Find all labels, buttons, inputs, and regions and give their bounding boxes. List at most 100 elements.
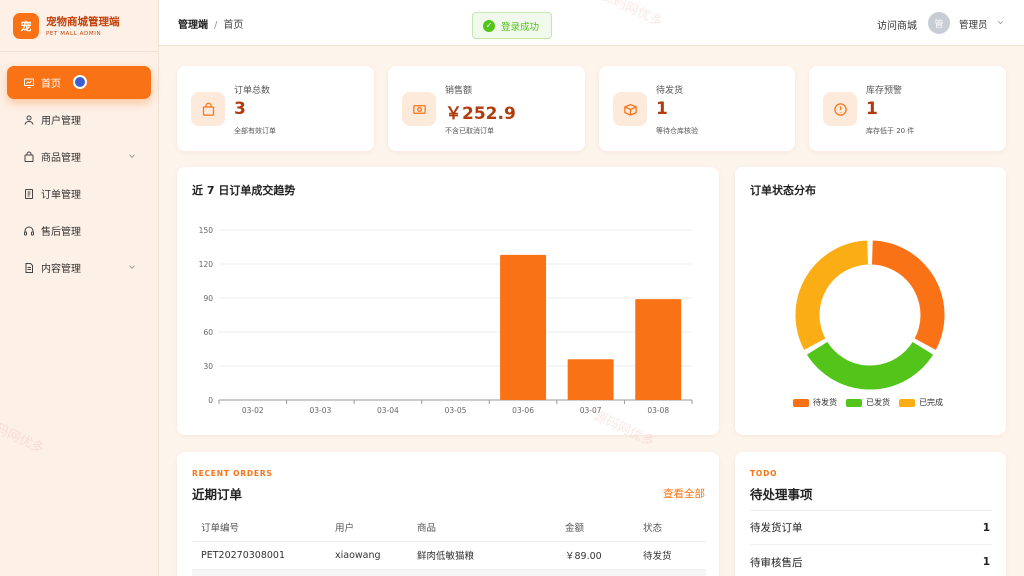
stat-card-pending-ship: 待发货 1 等待仓库核验 bbox=[599, 66, 795, 151]
breadcrumb: 管理端 / 首页 bbox=[178, 16, 243, 31]
article-icon bbox=[23, 262, 35, 274]
legend-item[interactable]: 待发货 bbox=[793, 397, 837, 408]
todo-item-pending-after-sales[interactable]: 待审核售后 1 bbox=[750, 545, 992, 576]
slice-已完成[interactable] bbox=[794, 239, 869, 352]
stat-label: 销售额 bbox=[445, 86, 473, 96]
todo-card: TODO 待处理事项 待发货订单 1 待审核售后 1 bbox=[735, 452, 1006, 576]
section-title: 待处理事项 bbox=[750, 487, 813, 502]
stat-label: 待发货 bbox=[656, 86, 684, 96]
recent-orders-card: RECENT ORDERS 近期订单 查看全部 订单编号 用户 商品 金额 状态… bbox=[177, 452, 719, 576]
bag-icon bbox=[23, 151, 35, 163]
bar-03-08[interactable] bbox=[635, 299, 682, 400]
sidebar-item-orders[interactable]: 订单管理 bbox=[7, 177, 151, 210]
x-tick-label: 03-05 bbox=[445, 406, 467, 415]
y-tick-label: 30 bbox=[203, 362, 213, 371]
avatar[interactable]: 管 bbox=[928, 12, 950, 34]
user-icon bbox=[23, 114, 35, 126]
chevron-down-icon bbox=[129, 154, 135, 158]
stat-value: 3 bbox=[234, 99, 246, 119]
brand-title: 宠物商城管理端 bbox=[46, 16, 120, 28]
order-amount-cell: ￥89.00 bbox=[556, 541, 634, 570]
todo-count: 1 bbox=[982, 521, 990, 534]
sidebar-item-label: 售后管理 bbox=[41, 227, 81, 238]
sidebar: 宠 宠物商城管理端 PET MALL ADMIN 首页 用户管理 商品管理 订单… bbox=[0, 0, 159, 576]
section-title: 近期订单 bbox=[192, 487, 243, 502]
column-header: 商品 bbox=[408, 513, 556, 542]
bar-chart: 0 30 60 90 120 150 03-02 03-03 03-04 03-05 03-06 03… bbox=[199, 226, 693, 415]
cash-icon bbox=[402, 92, 436, 126]
order-product-cell: 鲜肉低敏猫粮 bbox=[408, 541, 556, 570]
table-row[interactable]: PET20270308001 xiaowang 鲜肉低敏猫粮 ￥89.00 待发… bbox=[192, 541, 706, 570]
y-tick-label: 0 bbox=[208, 396, 213, 405]
chart-legend: 待发货 已发货 已完成 bbox=[793, 397, 952, 408]
visit-store-link[interactable]: 访问商城 bbox=[877, 17, 917, 32]
slice-待发货[interactable] bbox=[871, 239, 946, 352]
stat-value: 1 bbox=[866, 99, 878, 119]
sidebar-item-products[interactable]: 商品管理 bbox=[7, 140, 151, 173]
legend-item[interactable]: 已完成 bbox=[899, 397, 943, 408]
column-header: 用户 bbox=[326, 513, 408, 542]
todo-label: 待审核售后 bbox=[750, 556, 803, 569]
view-all-link[interactable]: 查看全部 bbox=[663, 486, 705, 501]
sidebar-item-users[interactable]: 用户管理 bbox=[7, 103, 151, 136]
stat-note: 等待仓库核验 bbox=[656, 127, 698, 135]
x-tick-label: 03-08 bbox=[647, 406, 669, 415]
section-eyebrow: RECENT ORDERS bbox=[192, 469, 273, 478]
top-header: 管理端 / 首页 ✓ 登录成功 访问商城 管 管理员 bbox=[159, 0, 1024, 46]
brand[interactable]: 宠 宠物商城管理端 PET MALL ADMIN bbox=[0, 0, 158, 52]
legend-swatch bbox=[899, 398, 915, 407]
breadcrumb-separator: / bbox=[214, 20, 218, 31]
trend-chart-card: 近 7 日订单成交趋势 0 30 60 90 120 150 03-02 03-03 03-04… bbox=[177, 167, 719, 435]
donut-chart bbox=[794, 239, 946, 391]
x-tick-label: 03-04 bbox=[377, 406, 399, 415]
headset-icon bbox=[23, 225, 35, 237]
box-icon bbox=[613, 92, 647, 126]
document-icon bbox=[23, 188, 35, 200]
legend-item[interactable]: 已发货 bbox=[846, 397, 890, 408]
column-header: 金额 bbox=[556, 513, 634, 542]
sidebar-item-home[interactable]: 首页 bbox=[7, 66, 151, 99]
legend-label: 已发货 bbox=[866, 398, 890, 407]
order-status-cell: 待发货 bbox=[634, 541, 706, 570]
breadcrumb-root[interactable]: 管理端 bbox=[178, 20, 208, 31]
stat-value: 1 bbox=[656, 99, 668, 119]
legend-swatch bbox=[793, 398, 809, 407]
stat-card-sales: 销售额 ￥252.9 不含已取消订单 bbox=[388, 66, 585, 151]
stat-note: 全部有效订单 bbox=[234, 127, 276, 135]
breadcrumb-current: 首页 bbox=[223, 20, 244, 31]
order-id-cell: PET20270308001 bbox=[192, 541, 326, 570]
order-user-cell: xiaowang bbox=[326, 541, 408, 570]
todo-label: 待发货订单 bbox=[750, 522, 803, 534]
sidebar-item-label: 用户管理 bbox=[41, 116, 81, 127]
sidebar-item-content[interactable]: 内容管理 bbox=[7, 251, 151, 284]
check-circle-icon: ✓ bbox=[483, 19, 495, 32]
status-chart-card: 订单状态分布 待发货 已发货 已完成 bbox=[735, 167, 1006, 435]
stat-card-stock-alert: 库存预警 1 库存低于 20 件 bbox=[809, 66, 1006, 151]
todo-item-pending-ship[interactable]: 待发货订单 1 bbox=[750, 510, 992, 545]
chevron-down-icon bbox=[129, 265, 135, 269]
brand-logo: 宠 bbox=[13, 12, 39, 39]
legend-label: 已完成 bbox=[919, 398, 943, 407]
sidebar-item-after-sales[interactable]: 售后管理 bbox=[7, 214, 151, 247]
y-tick-label: 90 bbox=[203, 294, 213, 303]
dashboard-icon bbox=[23, 77, 35, 89]
y-tick-label: 60 bbox=[203, 328, 213, 337]
stat-note: 不含已取消订单 bbox=[445, 127, 494, 135]
bar-03-07[interactable] bbox=[567, 359, 614, 400]
slice-已发货[interactable] bbox=[805, 340, 935, 391]
sidebar-item-label: 商品管理 bbox=[41, 153, 81, 164]
y-tick-label: 120 bbox=[199, 260, 214, 269]
stat-label: 订单总数 bbox=[234, 86, 271, 96]
legend-label: 待发货 bbox=[813, 398, 837, 407]
cursor-indicator bbox=[73, 75, 87, 89]
stat-label: 库存预警 bbox=[866, 86, 903, 96]
section-eyebrow: TODO bbox=[750, 469, 778, 478]
sidebar-item-label: 内容管理 bbox=[41, 264, 81, 275]
bar-03-06[interactable] bbox=[500, 254, 547, 400]
x-tick-label: 03-03 bbox=[309, 406, 331, 415]
admin-name[interactable]: 管理员 bbox=[959, 17, 988, 31]
chevron-down-icon[interactable] bbox=[996, 18, 1005, 27]
orders-table: 订单编号 用户 商品 金额 状态 PET20270308001 xiaowang… bbox=[192, 513, 706, 576]
brand-subtitle: PET MALL ADMIN bbox=[46, 31, 102, 37]
column-header: 订单编号 bbox=[192, 513, 326, 542]
